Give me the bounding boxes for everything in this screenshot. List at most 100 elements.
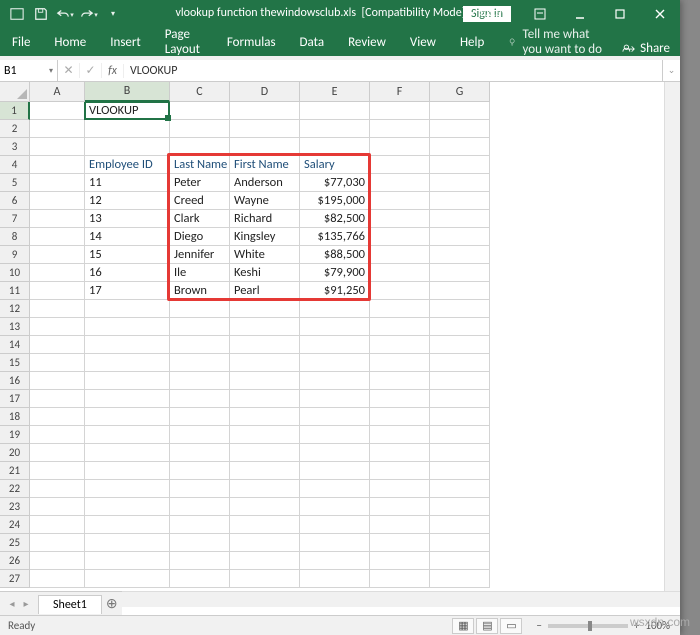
cell-G18[interactable] [430, 408, 490, 426]
cell-D1[interactable] [230, 102, 300, 120]
cell-A9[interactable] [30, 246, 85, 264]
file-tab[interactable]: File [0, 28, 42, 56]
cell-C14[interactable] [170, 336, 230, 354]
cell-E26[interactable] [300, 552, 370, 570]
cell-C19[interactable] [170, 426, 230, 444]
cell-G22[interactable] [430, 480, 490, 498]
row-header-3[interactable]: 3 [0, 138, 30, 156]
tab-page-layout[interactable]: Page Layout [153, 28, 215, 56]
tab-home[interactable]: Home [42, 28, 98, 56]
cell-C5[interactable]: Peter [170, 174, 230, 192]
cell-A8[interactable] [30, 228, 85, 246]
cell-B4[interactable]: Employee ID [85, 156, 170, 174]
row-header-23[interactable]: 23 [0, 498, 30, 516]
row-header-18[interactable]: 18 [0, 408, 30, 426]
cell-F17[interactable] [370, 390, 430, 408]
cell-F2[interactable] [370, 120, 430, 138]
cell-F26[interactable] [370, 552, 430, 570]
cell-B15[interactable] [85, 354, 170, 372]
undo-button[interactable]: ▾ [54, 3, 76, 25]
select-all-button[interactable] [0, 82, 30, 102]
row-header-1[interactable]: 1 [0, 102, 30, 120]
cell-C17[interactable] [170, 390, 230, 408]
cell-G15[interactable] [430, 354, 490, 372]
cell-B12[interactable] [85, 300, 170, 318]
row-header-4[interactable]: 4 [0, 156, 30, 174]
cell-B27[interactable] [85, 570, 170, 588]
cell-B20[interactable] [85, 444, 170, 462]
cell-A26[interactable] [30, 552, 85, 570]
cell-D22[interactable] [230, 480, 300, 498]
cell-A11[interactable] [30, 282, 85, 300]
cell-C1[interactable] [170, 102, 230, 120]
row-header-15[interactable]: 15 [0, 354, 30, 372]
formula-bar[interactable]: VLOOKUP [124, 60, 662, 81]
sheet-tab-active[interactable]: Sheet1 [38, 595, 102, 614]
cell-D3[interactable] [230, 138, 300, 156]
cell-F6[interactable] [370, 192, 430, 210]
cell-D17[interactable] [230, 390, 300, 408]
cell-D25[interactable] [230, 534, 300, 552]
cell-A16[interactable] [30, 372, 85, 390]
cell-C11[interactable]: Brown [170, 282, 230, 300]
cell-E14[interactable] [300, 336, 370, 354]
cell-B16[interactable] [85, 372, 170, 390]
cell-A15[interactable] [30, 354, 85, 372]
cell-B6[interactable]: 12 [85, 192, 170, 210]
cell-F20[interactable] [370, 444, 430, 462]
cell-C22[interactable] [170, 480, 230, 498]
cell-C3[interactable] [170, 138, 230, 156]
row-header-6[interactable]: 6 [0, 192, 30, 210]
cell-D11[interactable]: Pearl [230, 282, 300, 300]
cell-A27[interactable] [30, 570, 85, 588]
cell-E24[interactable] [300, 516, 370, 534]
cell-A19[interactable] [30, 426, 85, 444]
row-header-7[interactable]: 7 [0, 210, 30, 228]
cell-B26[interactable] [85, 552, 170, 570]
cell-E17[interactable] [300, 390, 370, 408]
share-button[interactable]: Share [622, 41, 670, 56]
cell-G17[interactable] [430, 390, 490, 408]
close-button[interactable] [640, 0, 680, 28]
column-header-F[interactable]: F [370, 82, 430, 102]
cell-D12[interactable] [230, 300, 300, 318]
cell-G6[interactable] [430, 192, 490, 210]
cell-A21[interactable] [30, 462, 85, 480]
column-header-C[interactable]: C [170, 82, 230, 102]
vertical-scrollbar[interactable] [664, 82, 680, 591]
cell-D14[interactable] [230, 336, 300, 354]
row-header-2[interactable]: 2 [0, 120, 30, 138]
row-header-21[interactable]: 21 [0, 462, 30, 480]
cell-B17[interactable] [85, 390, 170, 408]
cell-C21[interactable] [170, 462, 230, 480]
cell-E2[interactable] [300, 120, 370, 138]
insert-function-button[interactable]: fx [102, 64, 124, 78]
cell-C12[interactable] [170, 300, 230, 318]
cell-E3[interactable] [300, 138, 370, 156]
cell-G9[interactable] [430, 246, 490, 264]
cell-A12[interactable] [30, 300, 85, 318]
cell-F25[interactable] [370, 534, 430, 552]
row-header-11[interactable]: 11 [0, 282, 30, 300]
cell-B8[interactable]: 14 [85, 228, 170, 246]
row-header-10[interactable]: 10 [0, 264, 30, 282]
cell-D6[interactable]: Wayne [230, 192, 300, 210]
row-header-25[interactable]: 25 [0, 534, 30, 552]
cell-F18[interactable] [370, 408, 430, 426]
cell-E4[interactable]: Salary [300, 156, 370, 174]
cell-B2[interactable] [85, 120, 170, 138]
row-header-9[interactable]: 9 [0, 246, 30, 264]
cell-A20[interactable] [30, 444, 85, 462]
cell-F7[interactable] [370, 210, 430, 228]
cell-A24[interactable] [30, 516, 85, 534]
row-header-14[interactable]: 14 [0, 336, 30, 354]
cell-F10[interactable] [370, 264, 430, 282]
cell-D16[interactable] [230, 372, 300, 390]
cell-B5[interactable]: 11 [85, 174, 170, 192]
cell-C13[interactable] [170, 318, 230, 336]
cell-B23[interactable] [85, 498, 170, 516]
cell-C18[interactable] [170, 408, 230, 426]
cell-B22[interactable] [85, 480, 170, 498]
cell-D15[interactable] [230, 354, 300, 372]
tab-data[interactable]: Data [288, 28, 337, 56]
